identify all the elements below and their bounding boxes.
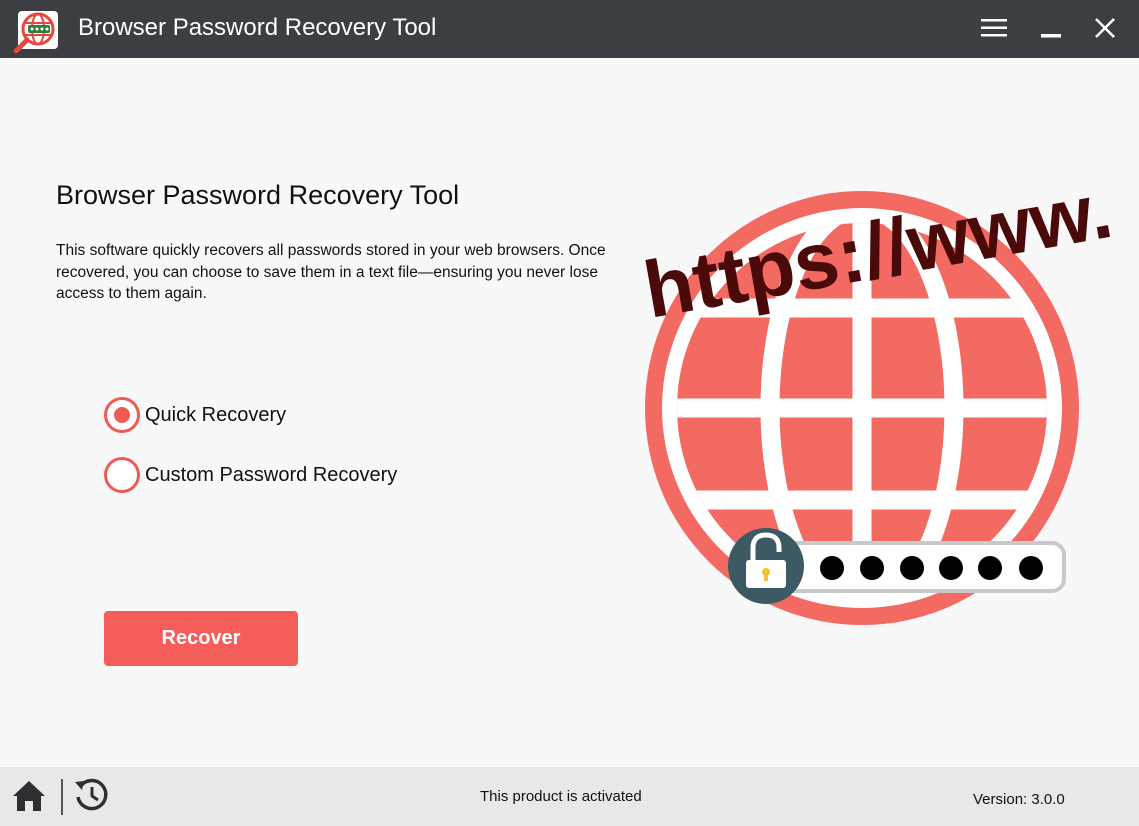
status-bar: This product is activated Version: 3.0.0	[0, 767, 1139, 826]
recover-button[interactable]: Recover	[104, 611, 298, 666]
globe-illustration: https://www.	[620, 165, 1120, 640]
page-description: This software quickly recovers all passw…	[56, 242, 606, 302]
padlock-icon	[728, 528, 804, 604]
quick-recovery-option[interactable]: Quick Recovery	[104, 397, 286, 433]
history-button[interactable]	[72, 776, 110, 814]
history-icon	[75, 778, 108, 811]
footer-divider	[61, 779, 63, 815]
quick-recovery-label: Quick Recovery	[145, 403, 287, 426]
custom-recovery-option[interactable]: Custom Password Recovery	[104, 457, 397, 493]
minimize-icon	[1041, 34, 1061, 38]
custom-recovery-radio[interactable]	[104, 457, 140, 493]
hamburger-menu-icon	[981, 19, 1007, 37]
menu-button[interactable]	[974, 10, 1014, 46]
activation-status: This product is activated	[480, 788, 642, 805]
close-icon	[1095, 18, 1115, 38]
home-icon	[13, 781, 45, 811]
window-title: Browser Password Recovery Tool	[78, 14, 437, 41]
minimize-button[interactable]	[1031, 10, 1071, 46]
close-button[interactable]	[1085, 10, 1125, 46]
home-button[interactable]	[10, 777, 48, 815]
page-title: Browser Password Recovery Tool	[56, 180, 460, 210]
quick-recovery-radio[interactable]	[104, 397, 140, 433]
app-logo-icon	[13, 9, 60, 54]
version-label: Version: 3.0.0	[973, 791, 1065, 808]
custom-recovery-label: Custom Password Recovery	[145, 463, 398, 486]
title-bar: Browser Password Recovery Tool	[0, 0, 1139, 58]
